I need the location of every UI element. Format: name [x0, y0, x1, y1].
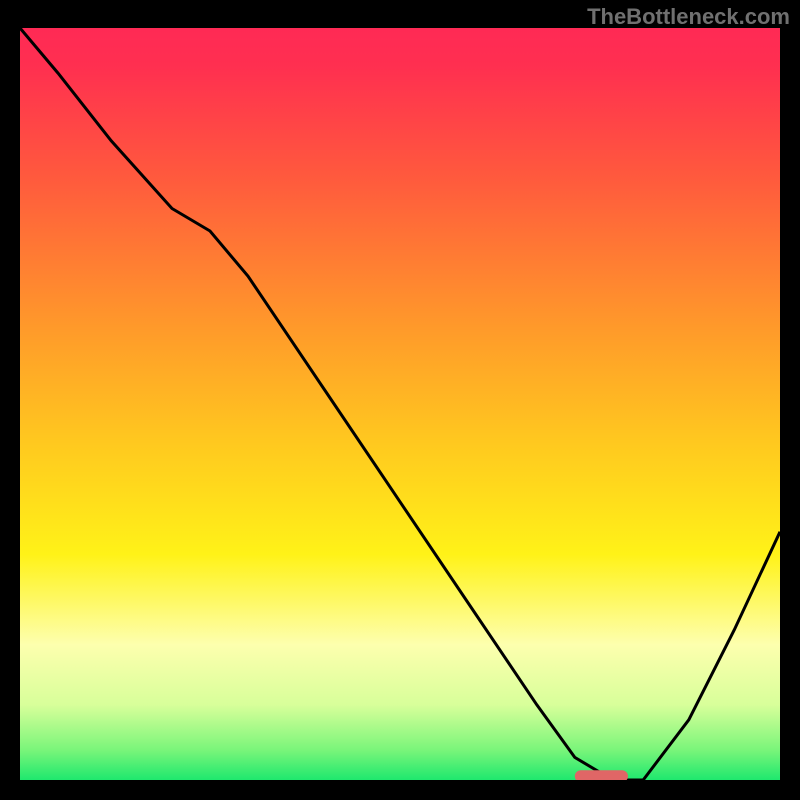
watermark-text: TheBottleneck.com — [587, 4, 790, 30]
optimal-marker — [575, 770, 628, 780]
bottleneck-chart — [20, 28, 780, 780]
plot-background — [20, 28, 780, 780]
chart-svg — [20, 28, 780, 780]
